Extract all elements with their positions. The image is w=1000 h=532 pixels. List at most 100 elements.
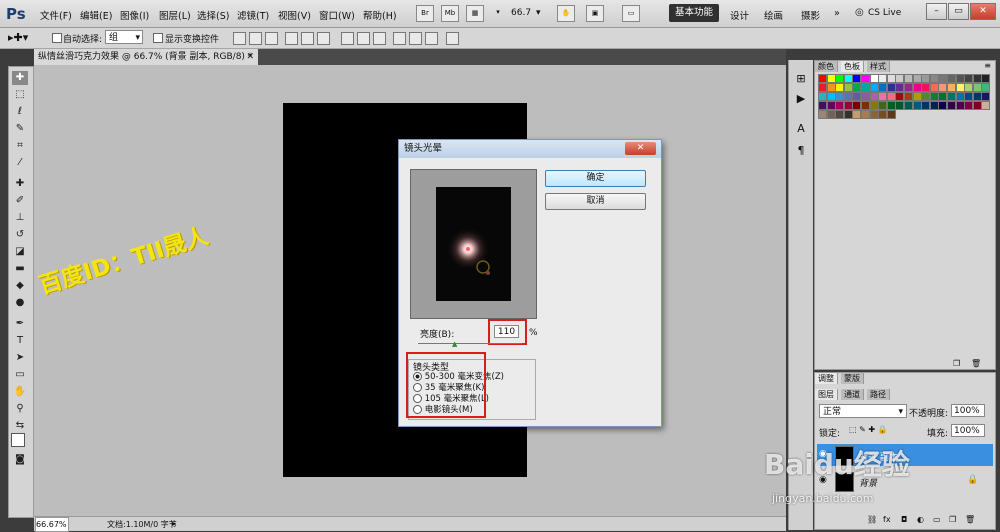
fill-field[interactable]: 100% (951, 424, 985, 437)
workspace-more-icon[interactable]: » (834, 8, 840, 19)
swatch-grid[interactable] (818, 74, 994, 138)
tab-paths[interactable]: 路径 (867, 389, 890, 400)
new-layer-icon[interactable]: ❐ (949, 515, 956, 524)
move-tool-icon[interactable]: ✚ (12, 71, 28, 85)
layer-style-icon[interactable]: fx (883, 515, 891, 524)
crop-tool-icon[interactable]: ⌗ (12, 139, 28, 153)
swatch[interactable] (886, 110, 896, 119)
swatch[interactable] (981, 101, 991, 110)
menu-edit[interactable]: 编辑(E) (80, 8, 112, 22)
show-transform-checkbox[interactable] (153, 33, 163, 46)
distribute-vcenter-icon[interactable] (357, 32, 370, 45)
align-left-icon[interactable] (285, 32, 298, 45)
eyedropper-tool-icon[interactable]: ⁄ (12, 156, 28, 170)
healing-brush-tool-icon[interactable]: ✚ (12, 177, 28, 191)
path-select-tool-icon[interactable]: ➤ (12, 351, 28, 365)
panel-menu-icon[interactable]: ≡ (984, 61, 991, 70)
dialog-titlebar[interactable]: 镜头光晕 (399, 140, 661, 158)
eraser-tool-icon[interactable]: ◪ (12, 245, 28, 259)
maximize-button[interactable]: ▭ (948, 3, 969, 20)
brightness-slider-track[interactable] (418, 343, 522, 344)
distribute-hcenter-icon[interactable] (409, 32, 422, 45)
swatch[interactable] (981, 74, 991, 83)
minimize-button[interactable]: – (926, 3, 947, 20)
minibridge-icon[interactable]: Mb (441, 5, 459, 22)
history-brush-tool-icon[interactable]: ↺ (12, 228, 28, 242)
zoom-dropdown-icon[interactable]: ▾ (536, 8, 541, 18)
brush-tool-icon[interactable]: ✐ (12, 194, 28, 208)
align-vcenter-icon[interactable] (249, 32, 262, 45)
link-layers-icon[interactable]: ⛓ (867, 515, 877, 524)
swap-colors-icon[interactable]: ⇆ (12, 419, 28, 433)
paragraph-panel-icon[interactable]: ¶ (794, 144, 808, 158)
tab-styles[interactable]: 样式 (867, 61, 890, 72)
move-tool-preset-icon[interactable]: ▸✚▾ (8, 31, 28, 44)
align-right-icon[interactable] (317, 32, 330, 45)
gradient-tool-icon[interactable]: ▬ (12, 262, 28, 276)
character-panel-icon[interactable]: A (794, 122, 808, 136)
menu-file[interactable]: 文件(F) (40, 8, 72, 22)
blur-tool-icon[interactable]: ◆ (12, 279, 28, 293)
tab-masks[interactable]: 蒙版 (841, 373, 864, 384)
quick-select-tool-icon[interactable]: ✎ (12, 122, 28, 136)
new-swatch-icon[interactable]: ❐ (953, 359, 960, 368)
dialog-close-button[interactable]: ✕ (625, 142, 656, 155)
close-window-button[interactable]: ✕ (970, 3, 996, 20)
adjustment-layer-icon[interactable]: ◐ (917, 515, 924, 524)
swatch[interactable] (981, 83, 991, 92)
tab-channels[interactable]: 通道 (841, 389, 864, 400)
type-tool-icon[interactable]: T (12, 334, 28, 348)
cslive-button[interactable]: CS Live (868, 8, 901, 18)
hand-tool-icon[interactable]: ✋ (12, 385, 28, 399)
delete-swatch-icon[interactable]: 🗑 (971, 359, 981, 368)
align-bottom-icon[interactable] (265, 32, 278, 45)
auto-align-icon[interactable] (446, 32, 459, 45)
screen-mode-icon[interactable]: ▭ (622, 5, 640, 22)
align-top-icon[interactable] (233, 32, 246, 45)
menu-view[interactable]: 视图(V) (278, 8, 311, 22)
document-tab[interactable]: 纵情丝滑巧克力效果 @ 66.7% (背景 副本, RGB/8) * ✕ (34, 49, 258, 65)
brightness-input[interactable]: 110 (494, 325, 519, 338)
menu-help[interactable]: 帮助(H) (363, 8, 397, 22)
swatch[interactable] (981, 92, 991, 101)
preview-image[interactable] (436, 187, 511, 301)
shape-tool-icon[interactable]: ▭ (12, 368, 28, 382)
distribute-top-icon[interactable] (341, 32, 354, 45)
bridge-icon[interactable]: Br (416, 5, 434, 22)
dodge-tool-icon[interactable]: ● (12, 296, 28, 310)
menu-image[interactable]: 图像(I) (120, 8, 149, 22)
opacity-field[interactable]: 100% (951, 404, 985, 417)
tab-layers[interactable]: 图层 (815, 389, 838, 400)
cancel-button[interactable]: 取消 (545, 193, 646, 210)
zoom-tool-icon[interactable]: ⚲ (12, 402, 28, 416)
workspace-design[interactable]: 设计 (730, 8, 749, 22)
actions-panel-icon[interactable]: ▶ (794, 92, 808, 106)
flare-preview[interactable] (410, 169, 537, 319)
zoom-level[interactable]: 66.7 (511, 8, 531, 18)
arrange-documents-icon[interactable]: ▣ (586, 5, 604, 22)
distribute-left-icon[interactable] (393, 32, 406, 45)
delete-layer-icon[interactable]: 🗑 (965, 515, 975, 524)
auto-select-dropdown[interactable]: 组 ▾ (105, 30, 143, 44)
clone-stamp-tool-icon[interactable]: ⊥ (12, 211, 28, 225)
workspace-photography[interactable]: 摄影 (801, 8, 820, 22)
pen-tool-icon[interactable]: ✒ (12, 317, 28, 331)
brightness-slider-handle[interactable]: ▲ (452, 340, 457, 348)
quick-mask-icon[interactable]: ◙ (12, 453, 28, 467)
tab-swatches[interactable]: 色板 (841, 61, 864, 72)
auto-select-checkbox[interactable] (52, 33, 62, 46)
workspace-painting[interactable]: 绘画 (764, 8, 783, 22)
close-tab-icon[interactable]: ✕ (246, 49, 254, 65)
history-panel-icon[interactable]: ⊞ (794, 72, 808, 86)
foreground-color-swatch[interactable] (11, 433, 25, 447)
lock-pixels-icon[interactable]: ⬚ ✎ ✚ 🔒 (849, 425, 888, 434)
blend-mode-dropdown[interactable]: 正常 ▾ (819, 404, 907, 418)
menu-layer[interactable]: 图层(L) (159, 8, 191, 22)
marquee-tool-icon[interactable]: ⬚ (12, 88, 28, 102)
menu-filter[interactable]: 滤镜(T) (237, 8, 269, 22)
ok-button[interactable]: 确定 (545, 170, 646, 187)
tab-color[interactable]: 颜色 (815, 61, 838, 72)
status-menu-icon[interactable]: ▸ (172, 519, 176, 528)
tab-adjustments[interactable]: 调整 (815, 373, 838, 384)
add-mask-icon[interactable]: ◘ (901, 515, 907, 524)
